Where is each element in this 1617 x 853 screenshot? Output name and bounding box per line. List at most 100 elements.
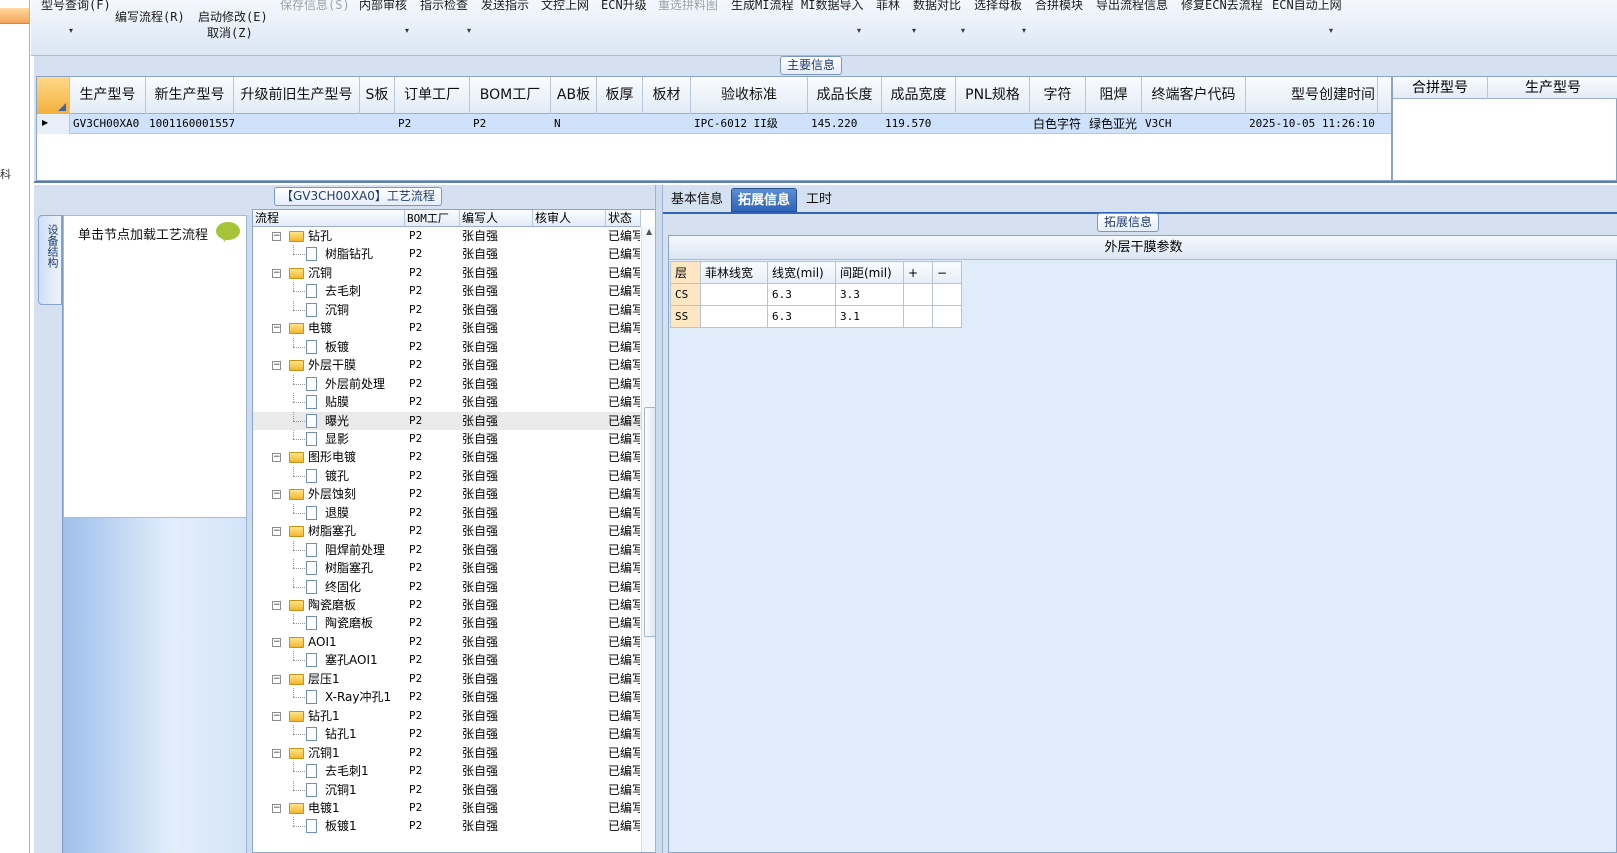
collapse-icon[interactable]: − — [272, 324, 281, 334]
toolbar-button[interactable]: 导出流程信息 — [1096, 0, 1168, 13]
tree-col-header[interactable]: BOM工厂 — [405, 210, 460, 227]
param-cell[interactable]: 3.1 — [835, 305, 904, 328]
collapse-icon[interactable]: − — [272, 268, 281, 278]
col-header[interactable]: PNL规格 — [956, 77, 1030, 114]
col-header[interactable]: 字符 — [1030, 77, 1086, 114]
col-header[interactable]: BOM工厂 — [470, 77, 551, 114]
tree-col-header[interactable]: 编写人 — [460, 210, 533, 227]
cell[interactable]: IPC-6012 II级 — [691, 114, 808, 134]
tree-row[interactable]: 去毛刺 P2 张自强 已编写 — [253, 282, 641, 301]
tree-row[interactable]: 沉铜 P2 张自强 已编写 — [253, 300, 641, 320]
dropdown-arrow-icon[interactable]: ▾ — [912, 26, 916, 35]
tree-row[interactable]: 镀孔 P2 张自强 已编写 — [253, 466, 641, 486]
collapse-icon[interactable]: − — [272, 490, 281, 500]
collapse-icon[interactable]: − — [272, 453, 281, 463]
param-cell[interactable] — [932, 283, 962, 306]
col-header[interactable]: 成品宽度 — [882, 77, 956, 114]
tree-row[interactable]: 板镀 P2 张自强 已编写 — [253, 337, 641, 357]
tree-row[interactable]: 外层前处理 P2 张自强 已编写 — [253, 374, 641, 394]
tree-row[interactable]: 阻焊前处理 P2 张自强 已编写 — [253, 540, 641, 560]
tree-row[interactable]: 树脂钻孔 P2 张自强 已编写 — [253, 245, 641, 264]
cell[interactable]: 绿色亚光 — [1086, 114, 1142, 134]
collapse-icon[interactable]: − — [272, 601, 281, 610]
toolbar-button[interactable]: 文控上网 — [541, 0, 589, 13]
toolbar-button[interactable]: 保存信息(S) — [280, 0, 350, 13]
toolbar-button[interactable]: 菲林 — [876, 0, 900, 13]
tree-row[interactable]: 板镀1 P2 张自强 已编写 — [253, 817, 641, 836]
collapse-icon[interactable]: − — [272, 803, 281, 813]
tree-row[interactable]: − 外层蚀刻 P2 张自强 已编写 — [253, 485, 641, 504]
collapse-icon[interactable]: − — [272, 361, 281, 371]
param-cell[interactable] — [700, 283, 768, 306]
dropdown-arrow-icon[interactable]: ▾ — [1022, 26, 1026, 35]
tree-row[interactable]: 去毛刺1 P2 张自强 已编写 — [253, 762, 641, 781]
merge-col-header[interactable]: 合拼型号 — [1393, 77, 1488, 99]
cell[interactable]: V3CH — [1142, 114, 1246, 134]
col-header[interactable]: 板厚 — [597, 77, 643, 114]
tree-row[interactable]: − 树脂塞孔 P2 张自强 已编写 — [253, 522, 641, 541]
col-header[interactable]: AB板 — [551, 77, 597, 114]
col-header[interactable]: 成品长度 — [808, 77, 882, 114]
scroll-up-icon[interactable]: ▲ — [646, 227, 652, 236]
load-hint-box[interactable]: 单击节点加载工艺流程 — [63, 215, 247, 518]
toolbar-button[interactable]: 指示检查 — [420, 0, 468, 13]
dropdown-arrow-icon[interactable]: ▾ — [405, 26, 409, 35]
collapse-icon[interactable]: − — [272, 674, 281, 684]
tree-row[interactable]: − 沉铜1 P2 张自强 已编写 — [253, 744, 641, 763]
toolbar-button[interactable]: 内部审核 — [359, 0, 407, 13]
panel-splitter[interactable] — [655, 185, 663, 853]
param-col-header[interactable]: − — [932, 261, 962, 284]
main-info-row[interactable]: ▶ GV3CH00XA0 10011600015570 P2 P2 N IPC-6012 … — [37, 114, 1391, 134]
tree-col-header[interactable]: 流程 — [253, 210, 405, 227]
tree-row[interactable]: 沉铜1 P2 张自强 已编写 — [253, 780, 641, 800]
toolbar-button[interactable]: 生成MI流程 — [731, 0, 793, 13]
row-indicator[interactable]: ▶ — [37, 114, 70, 134]
toolbar-button[interactable]: 启动修改(E) — [198, 8, 268, 25]
tree-col-header[interactable]: 状态 — [606, 210, 641, 227]
cell[interactable]: 白色字符 — [1030, 114, 1086, 134]
side-tab-equipment[interactable]: 设备结构 — [38, 215, 62, 305]
tree-row[interactable]: − 图形电镀 P2 张自强 已编写 — [253, 448, 641, 467]
col-header[interactable]: 升级前旧生产型号 — [234, 77, 360, 114]
col-header[interactable]: 阻焊 — [1086, 77, 1142, 114]
cell[interactable] — [597, 114, 643, 134]
dropdown-arrow-icon[interactable]: ▾ — [961, 26, 965, 35]
toolbar-button[interactable]: 编写流程(R) — [115, 8, 185, 25]
tree-row[interactable]: 显影 P2 张自强 已编写 — [253, 429, 641, 449]
cell[interactable]: GV3CH00XA0 — [70, 114, 146, 134]
cell[interactable] — [956, 114, 1030, 134]
col-header[interactable]: 订单工厂 — [395, 77, 470, 114]
toolbar-button[interactable]: MI数据导入 — [801, 0, 863, 13]
tree-row[interactable]: − 层压1 P2 张自强 已编写 — [253, 670, 641, 689]
cell[interactable]: 145.220 — [808, 114, 882, 134]
tree-row[interactable]: 曝光 P2 张自强 已编写 — [253, 411, 641, 430]
dropdown-arrow-icon[interactable]: ▾ — [857, 26, 861, 35]
param-cell[interactable]: 3.3 — [835, 283, 904, 306]
merge-col-header[interactable]: 生产型号 — [1488, 77, 1617, 99]
left-strip-selected-item[interactable] — [0, 8, 29, 24]
cell[interactable]: 119.570 — [882, 114, 956, 134]
param-cell[interactable] — [700, 305, 768, 328]
tree-row[interactable]: 钻孔1 P2 张自强 已编写 — [253, 725, 641, 744]
param-col-header[interactable]: + — [903, 261, 933, 284]
col-header[interactable]: 生产型号 — [70, 77, 146, 114]
toolbar-button[interactable]: 发送指示 — [481, 0, 529, 13]
param-cell[interactable] — [932, 305, 962, 328]
col-header[interactable]: 板材 — [643, 77, 691, 114]
toolbar-button[interactable]: 数据对比 — [913, 0, 961, 13]
cell[interactable] — [360, 114, 395, 134]
tree-row[interactable]: 终固化 P2 张自强 已编写 — [253, 577, 641, 597]
col-header[interactable]: 新生产型号 — [146, 77, 234, 114]
grid-corner-selector[interactable] — [37, 77, 70, 114]
tab-work-hours[interactable]: 工时 — [800, 188, 838, 212]
tree-row[interactable]: − 钻孔1 P2 张自强 已编写 — [253, 707, 641, 726]
collapse-icon[interactable]: − — [272, 711, 281, 721]
col-header[interactable]: 型号创建时间 — [1246, 77, 1378, 114]
tree-col-header[interactable]: 核审人 — [533, 210, 606, 227]
tree-row[interactable]: − 电镀1 P2 张自强 已编写 — [253, 799, 641, 818]
col-header[interactable]: 验收标准 — [691, 77, 808, 114]
tree-row[interactable]: − AOI1 P2 张自强 已编写 — [253, 633, 641, 652]
param-cell[interactable]: SS — [670, 305, 701, 328]
tree-row[interactable]: X-Ray冲孔1 P2 张自强 已编写 — [253, 688, 641, 707]
tree-row[interactable]: − 陶瓷磨板 P2 张自强 已编写 — [253, 596, 641, 615]
